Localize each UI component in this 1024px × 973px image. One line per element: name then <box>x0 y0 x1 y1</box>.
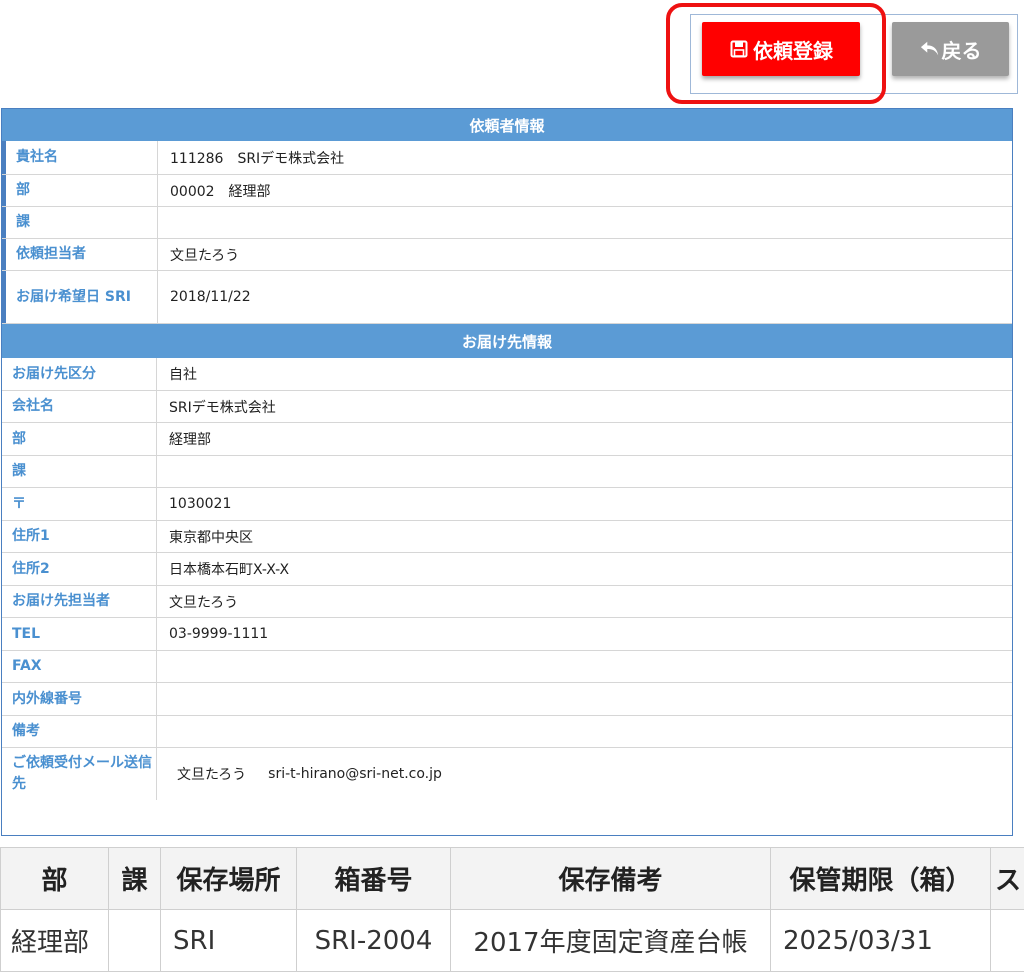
col-header: 箱番号 <box>296 847 451 910</box>
row-label: 貴社名 <box>2 141 158 174</box>
delivery-row: FAX <box>2 651 1012 683</box>
requester-row-department: 部 00002 経理部 <box>2 175 1012 207</box>
row-label: 課 <box>2 456 157 487</box>
delivery-row-mail: ご依頼受付メール送信先 文旦たろう sri-t-hirano@sri-net.c… <box>2 748 1012 800</box>
row-label: 住所2 <box>2 553 157 585</box>
delivery-row: TEL 03-9999-1111 <box>2 618 1012 651</box>
delivery-row: 住所1 東京都中央区 <box>2 521 1012 553</box>
delivery-row: 内外線番号 <box>2 683 1012 716</box>
row-label: 課 <box>2 207 158 238</box>
delivery-row: 会社名 SRIデモ株式会社 <box>2 391 1012 423</box>
row-label: お届け希望日 SRI <box>2 271 158 323</box>
row-value: 文旦たろう <box>169 594 239 611</box>
back-button[interactable]: 戻る <box>892 22 1009 76</box>
row-label: ご依頼受付メール送信先 <box>2 748 157 800</box>
delivery-row: 住所2 日本橋本石町X-X-X <box>2 553 1012 586</box>
col-header: 保存備考 <box>450 847 771 910</box>
delivery-row: 部 経理部 <box>2 423 1012 456</box>
row-value: 111286 SRIデモ株式会社 <box>170 150 345 167</box>
save-icon <box>729 39 749 59</box>
delivery-row: 備考 <box>2 716 1012 748</box>
delivery-row: お届け先担当者 文旦たろう <box>2 586 1012 618</box>
delivery-section-header: お届け先情報 <box>2 324 1012 358</box>
col-header: 部 <box>0 847 109 910</box>
register-label: 依頼登録 <box>753 40 833 63</box>
row-value: 文旦たろう sri-t-hirano@sri-net.co.jp <box>157 748 1012 800</box>
table-header-row: 部 課 保存場所 箱番号 保存備考 保管期限（箱） ス <box>0 847 1024 910</box>
request-info-panel: 依頼者情報 貴社名 111286 SRIデモ株式会社 部 00002 経理部 課… <box>1 108 1013 836</box>
row-value: 経理部 <box>169 432 211 448</box>
row-label: 備考 <box>2 716 157 747</box>
row-value: 自社 <box>169 367 197 383</box>
box-table: 部 課 保存場所 箱番号 保存備考 保管期限（箱） ス 経理部 SRI SRI-… <box>0 847 1024 972</box>
table-cell <box>108 909 161 972</box>
requester-row-desired-date: お届け希望日 SRI 2018/11/22 <box>2 271 1012 324</box>
requester-row-company: 貴社名 111286 SRIデモ株式会社 <box>2 141 1012 175</box>
row-value <box>157 651 1012 682</box>
table-cell: 2017年度固定資産台帳 <box>450 909 771 972</box>
requester-row-section: 課 <box>2 207 1012 239</box>
row-label: 内外線番号 <box>2 683 157 715</box>
mail-recipient-name: 文旦たろう <box>177 767 247 783</box>
mail-recipient-address: sri-t-hirano@sri-net.co.jp <box>268 766 442 782</box>
row-label: FAX <box>2 651 157 682</box>
delivery-row: 〒 1030021 <box>2 488 1012 521</box>
table-cell: 2025/03/31 <box>770 909 991 972</box>
table-cell: SRI-2004 <box>296 909 451 972</box>
delivery-row: 課 <box>2 456 1012 488</box>
row-value <box>157 716 1012 747</box>
table-row: 経理部 SRI SRI-2004 2017年度固定資産台帳 2025/03/31 <box>0 909 1024 972</box>
row-value: 文旦たろう <box>170 247 240 264</box>
col-header: 保管期限（箱） <box>770 847 991 910</box>
row-value: 2018/11/22 <box>170 289 251 305</box>
col-header: 課 <box>108 847 161 910</box>
row-value <box>157 683 1012 715</box>
table-cell: SRI <box>160 909 297 972</box>
row-value <box>158 207 1012 238</box>
table-cell <box>990 909 1024 972</box>
delivery-row: お届け先区分 自社 <box>2 358 1012 391</box>
row-value: 東京都中央区 <box>169 529 253 546</box>
row-value: 日本橋本石町X-X-X <box>169 562 290 578</box>
row-label: TEL <box>2 618 157 650</box>
row-label: 住所1 <box>2 521 157 552</box>
requester-section-header: 依頼者情報 <box>2 109 1012 141</box>
row-label: 依頼担当者 <box>2 239 158 270</box>
col-header: ス <box>990 847 1024 910</box>
row-value: 03-9999-1111 <box>169 626 269 642</box>
row-label: 会社名 <box>2 391 157 422</box>
row-value: 1030021 <box>169 496 232 512</box>
row-value: SRIデモ株式会社 <box>169 399 276 416</box>
undo-arrow-icon <box>920 39 940 59</box>
requester-row-contact: 依頼担当者 文旦たろう <box>2 239 1012 271</box>
row-value <box>157 456 1012 487</box>
row-label: お届け先担当者 <box>2 586 157 617</box>
delivery-section: お届け先区分 自社 会社名 SRIデモ株式会社 部 経理部 課 〒 103002… <box>2 358 1012 800</box>
register-request-button[interactable]: 依頼登録 <box>702 22 860 76</box>
row-label: 〒 <box>2 488 157 520</box>
row-label: お届け先区分 <box>2 358 157 390</box>
col-header: 保存場所 <box>160 847 297 910</box>
row-label: 部 <box>2 423 157 455</box>
back-label: 戻る <box>941 40 982 63</box>
table-cell: 経理部 <box>0 909 109 972</box>
row-value: 00002 経理部 <box>170 183 271 200</box>
row-label: 部 <box>2 175 158 206</box>
requester-section: 貴社名 111286 SRIデモ株式会社 部 00002 経理部 課 依頼担当者… <box>2 141 1012 324</box>
